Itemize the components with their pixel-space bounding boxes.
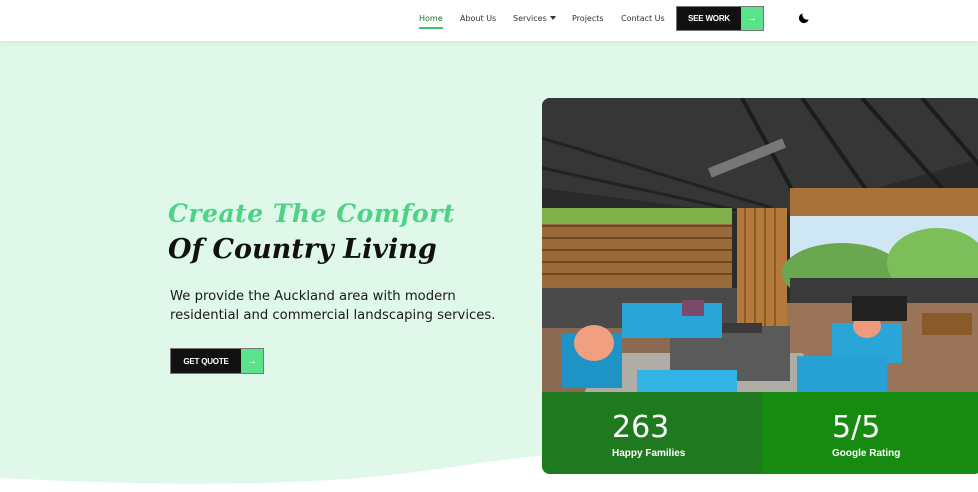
nav-contact-us[interactable]: Contact Us bbox=[621, 14, 665, 23]
nav-about-us[interactable]: About Us bbox=[460, 14, 496, 23]
nav-projects[interactable]: Projects bbox=[572, 14, 604, 23]
patio-photo bbox=[542, 98, 978, 398]
hero-section: Create The Comfort Of Country Living We … bbox=[0, 41, 978, 492]
get-quote-button[interactable]: GET QUOTE → bbox=[170, 348, 264, 374]
stat-label: Happy Families bbox=[612, 448, 686, 459]
nav-services-label: Services bbox=[513, 14, 547, 23]
get-quote-label: GET QUOTE bbox=[183, 356, 229, 366]
hero-headline-accent: Create The Comfort bbox=[168, 199, 455, 228]
patio-photo-card: 263 Happy Families 5/5 Google Rating bbox=[542, 98, 978, 474]
nav-services[interactable]: Services bbox=[513, 14, 556, 23]
stat-happy-families: 263 Happy Families bbox=[542, 392, 762, 474]
stat-value: 5/5 bbox=[832, 410, 881, 445]
navbar: Home About Us Services Projects Contact … bbox=[0, 0, 978, 41]
stats-bar: 263 Happy Families 5/5 Google Rating bbox=[542, 392, 978, 474]
stat-value: 263 bbox=[612, 410, 670, 445]
stat-google-rating: 5/5 Google Rating bbox=[762, 392, 978, 474]
nav-home[interactable]: Home bbox=[419, 14, 443, 29]
hero-description: We provide the Auckland area with modern… bbox=[170, 289, 496, 323]
see-work-label: SEE WORK bbox=[688, 14, 730, 23]
hero-headline: Of Country Living bbox=[168, 234, 437, 265]
stat-label: Google Rating bbox=[832, 448, 901, 459]
arrow-right-icon: → bbox=[241, 349, 263, 373]
arrow-right-icon: → bbox=[741, 7, 763, 30]
see-work-button[interactable]: SEE WORK → bbox=[676, 6, 764, 31]
moon-icon[interactable] bbox=[797, 11, 811, 25]
chevron-down-icon bbox=[549, 16, 556, 20]
